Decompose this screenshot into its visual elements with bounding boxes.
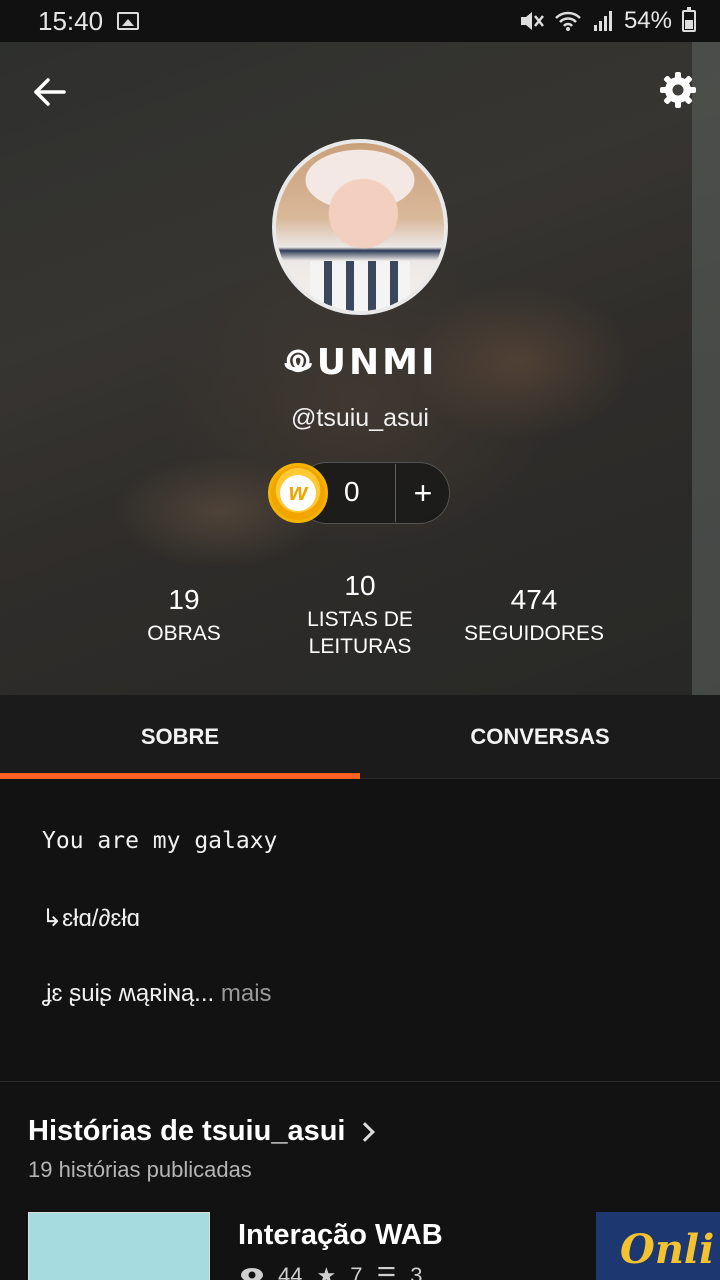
list-icon: ☰ — [376, 1263, 397, 1280]
status-bar: 15:40 54% — [0, 0, 720, 42]
settings-button[interactable] — [658, 70, 698, 110]
profile-stats: 19 OBRAS 10 LISTAS DE LEITURAS 474 SEGUI… — [0, 562, 720, 672]
username: @tsuiu_asui — [291, 404, 429, 432]
coin-divider — [395, 464, 396, 522]
story-parts: 3 — [410, 1263, 423, 1280]
stat-reading-lists[interactable]: 10 LISTAS DE LEITURAS — [290, 570, 430, 660]
story-votes: 7 — [350, 1263, 363, 1280]
status-icons: 54% — [518, 7, 696, 35]
wattpad-coin-icon: w — [268, 463, 328, 523]
tab-conversations[interactable]: CONVERSAS — [360, 695, 720, 778]
bio-line-1: You are my galaxy — [42, 828, 278, 854]
profile-tabs: SOBRE CONVERSAS — [0, 695, 720, 779]
battery-percent: 54% — [623, 7, 672, 34]
stories-title-link[interactable]: Histórias de tsuiu_asui — [28, 1115, 375, 1148]
bio-line-2: ↳ɛłɑ/∂ɛłɑ — [42, 905, 141, 932]
more-link[interactable]: mais — [221, 980, 272, 1007]
signal-icon — [592, 10, 614, 32]
stat-label: LISTAS DE LEITURAS — [307, 608, 413, 658]
image-notification-icon — [117, 12, 140, 30]
coins-widget: w 0 + — [268, 462, 450, 524]
wifi-icon — [554, 10, 582, 32]
battery-icon — [682, 7, 696, 32]
display-name: ꖘUNMI — [282, 342, 438, 383]
stat-followers[interactable]: 474 SEGUIDORES — [454, 584, 614, 647]
stories-title: Histórias de tsuiu_asui — [28, 1115, 346, 1147]
avatar-image-detail — [309, 260, 411, 311]
tab-about[interactable]: SOBRE — [0, 695, 360, 779]
star-icon: ★ — [316, 1263, 337, 1280]
stat-works[interactable]: 19 OBRAS — [124, 584, 244, 647]
status-time: 15:40 — [38, 5, 104, 36]
stories-count: 19 histórias publicadas — [28, 1157, 252, 1182]
gear-icon — [660, 72, 696, 108]
stat-value: 474 — [510, 584, 558, 615]
mute-icon — [518, 9, 544, 33]
about-section: You are my galaxy ↳ɛłɑ/∂ɛłɑ ʝɛ ʂuiʂ ʍąʀi… — [0, 780, 720, 1082]
avatar[interactable] — [272, 139, 448, 315]
stories-section: Histórias de tsuiu_asui 19 histórias pub… — [0, 1083, 720, 1280]
stat-value: 19 — [168, 584, 200, 615]
back-button[interactable] — [30, 72, 70, 112]
stat-label: SEGUIDORES — [463, 622, 605, 645]
story-views: 44 — [278, 1263, 303, 1280]
stat-label: OBRAS — [147, 622, 221, 645]
story-meta: 44 ★ 7 ☰ 3 — [240, 1263, 422, 1280]
chevron-right-icon — [354, 1121, 375, 1142]
story-cover-next[interactable]: Onli — [596, 1212, 720, 1280]
arrow-left-icon — [34, 78, 66, 106]
bio-line-3: ʝɛ ʂuiʂ ʍąʀiɴą... — [42, 980, 215, 1007]
story-cover-text: Onli — [620, 1226, 715, 1273]
add-coins-button[interactable]: + — [400, 470, 446, 516]
story-title[interactable]: Interação WAB — [238, 1219, 443, 1252]
eye-icon — [240, 1263, 264, 1280]
coin-count: 0 — [344, 476, 360, 507]
profile-header: ꖘUNMI @tsuiu_asui w 0 + 19 OBRAS 10 LIST… — [0, 42, 720, 695]
bio-line-3-wrap: ʝɛ ʂuiʂ ʍąʀiɴą... mais — [42, 980, 272, 1008]
stat-value: 10 — [344, 570, 376, 601]
story-cover[interactable] — [28, 1212, 210, 1280]
